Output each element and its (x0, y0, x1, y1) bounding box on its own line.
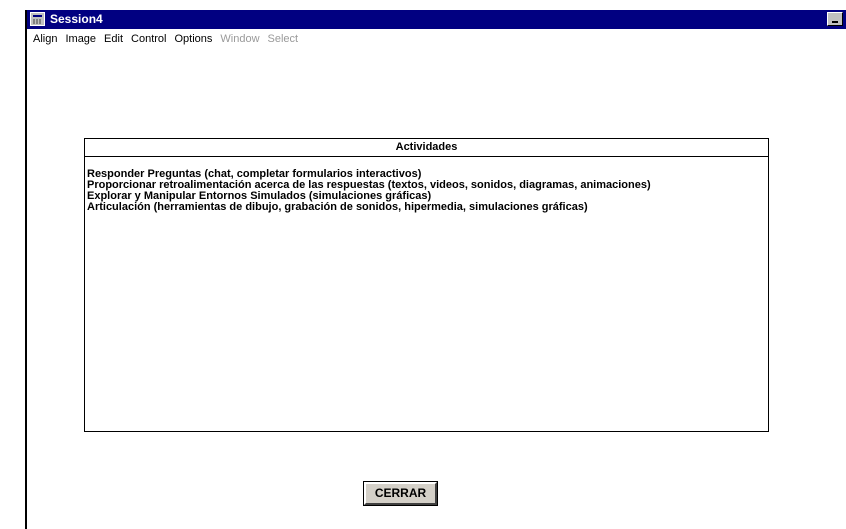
activities-header: Actividades (85, 139, 768, 157)
window-title: Session4 (50, 12, 103, 26)
app-window: Session4 Align Image Edit Control Options Win… (25, 10, 846, 529)
menu-select: Select (267, 33, 299, 45)
menu-options[interactable]: Options (174, 30, 212, 48)
activities-panel: Actividades Responder Preguntas (chat, c… (84, 138, 769, 432)
menu-image[interactable]: Image (65, 30, 96, 48)
menu-control[interactable]: Control (131, 30, 166, 48)
title-bar[interactable]: Session4 (27, 10, 846, 29)
minimize-button[interactable] (827, 12, 843, 26)
window-system-icon[interactable] (30, 12, 45, 26)
menu-edit[interactable]: Edit (104, 30, 123, 48)
menu-bar: Align Image Edit Control Options Window Select (27, 29, 846, 47)
menu-window: Window (220, 33, 260, 45)
activities-list: Responder Preguntas (chat, completar for… (85, 157, 768, 213)
close-button[interactable]: CERRAR (363, 481, 438, 506)
activity-item: Articulación (herramientas de dibujo, gr… (87, 201, 588, 213)
menu-align[interactable]: Align (33, 30, 57, 48)
